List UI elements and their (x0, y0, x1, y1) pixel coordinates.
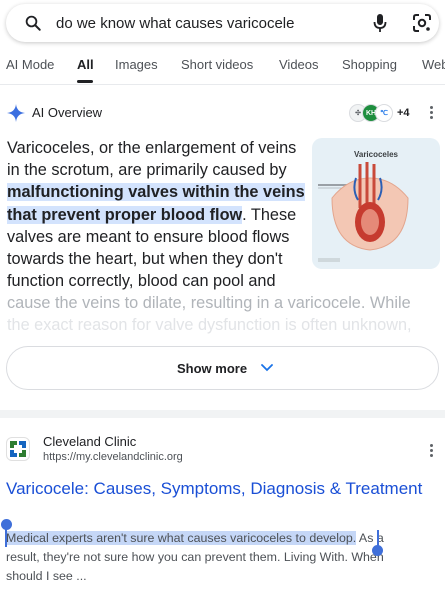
google-lens-icon[interactable] (412, 13, 432, 33)
ai-sparkle-icon (7, 104, 25, 122)
active-tab-indicator (77, 80, 93, 83)
tab-web[interactable]: Web (422, 57, 445, 72)
tab-all[interactable]: All (77, 57, 94, 72)
search-bar[interactable]: do we know what causes varicocele (6, 4, 439, 42)
selected-text: Medical experts aren't sure what causes … (6, 531, 357, 545)
chevron-down-icon (261, 364, 273, 372)
tab-ai-mode[interactable]: AI Mode (6, 57, 54, 72)
ai-text-faded-line: cause the veins to dilate, resulting in … (7, 294, 411, 312)
ai-overview-image[interactable]: Varicoceles (312, 138, 440, 269)
search-icon[interactable] (24, 14, 42, 32)
tab-short-videos[interactable]: Short videos (181, 57, 253, 72)
varicocele-illustration-icon (318, 162, 409, 262)
tabs-divider (0, 84, 445, 85)
ai-overview-title: AI Overview (32, 105, 103, 120)
selection-start-caret (5, 527, 7, 547)
show-more-label: Show more (177, 361, 248, 376)
result-site-name[interactable]: Cleveland Clinic (43, 434, 136, 449)
show-more-button[interactable]: Show more (6, 346, 439, 390)
ai-text-faded-line: the exact reason for valve dysfunction i… (7, 316, 412, 334)
sources-more-count[interactable]: +4 (397, 107, 410, 119)
ai-sources[interactable]: ✣ KH ℃ +4 (349, 103, 410, 123)
ai-overview-header: AI Overview ✣ KH ℃ +4 (0, 100, 445, 126)
cleveland-clinic-logo-icon[interactable] (6, 437, 30, 461)
microphone-icon[interactable] (372, 13, 388, 33)
search-tabs: AI Mode All Images Short videos Videos S… (0, 50, 445, 84)
ai-overview-text: Varicoceles, or the enlargement of veins… (7, 137, 305, 292)
tab-videos[interactable]: Videos (279, 57, 319, 72)
section-divider (0, 410, 445, 418)
result-title-link[interactable]: Varicocele: Causes, Symptoms, Diagnosis … (6, 477, 426, 500)
result-snippet: Medical experts aren't sure what causes … (6, 529, 416, 586)
tab-shopping[interactable]: Shopping (342, 57, 397, 72)
selection-end-caret (377, 530, 379, 548)
source-favicon-icon: ℃ (375, 104, 393, 122)
result-more-options-icon[interactable] (430, 444, 434, 458)
tab-images[interactable]: Images (115, 57, 158, 72)
more-options-icon[interactable] (430, 106, 434, 120)
ai-text-intro: Varicoceles, or the enlargement of veins… (7, 139, 297, 180)
result-url[interactable]: https://my.clevelandclinic.org (43, 451, 183, 463)
search-input[interactable]: do we know what causes varicocele (56, 15, 294, 32)
